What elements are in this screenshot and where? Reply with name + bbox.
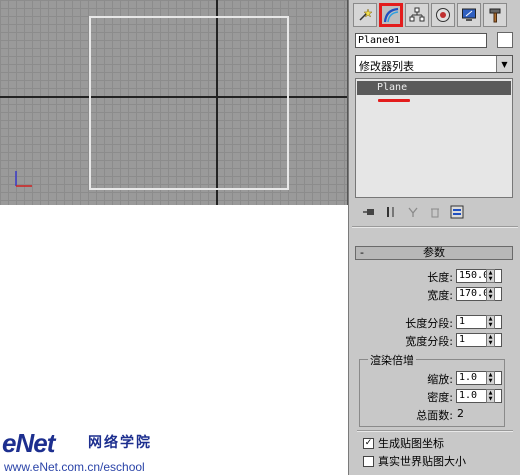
command-panel: Plane01 修改器列表 ▼ Plane - 参数 长度: 150.0 ▲▼	[348, 0, 520, 475]
real-world-row[interactable]: 真实世界贴图大小	[363, 454, 466, 468]
display-tab[interactable]	[457, 3, 481, 27]
checkbox-divider	[357, 430, 513, 432]
hierarchy-tab[interactable]	[405, 3, 429, 27]
render-multipliers-title: 渲染倍增	[368, 352, 416, 368]
density-label: 密度:	[427, 391, 453, 404]
parameters-rollout-header[interactable]: - 参数	[355, 246, 513, 260]
length-segs-spinner[interactable]: ▲ ▼	[486, 315, 495, 329]
width-spinner[interactable]: ▲ ▼	[486, 287, 495, 301]
scale-label: 缩放:	[427, 373, 453, 386]
remove-modifier-icon[interactable]	[427, 204, 443, 220]
length-label: 长度:	[427, 271, 453, 284]
pin-stack-icon[interactable]	[361, 204, 377, 220]
hierarchy-icon	[409, 7, 425, 22]
modifier-stack: Plane	[355, 78, 513, 198]
scale-field[interactable]: 1.0	[456, 371, 502, 385]
scale-spinner[interactable]: ▲ ▼	[486, 371, 495, 385]
enet-watermark: eNet 网络学院 www.eNet.com.cn/eschool	[0, 424, 345, 475]
enet-url: www.eNet.com.cn/eschool	[4, 460, 145, 474]
width-label: 宽度:	[427, 289, 453, 302]
command-panel-tabs	[353, 3, 507, 29]
modify-arc-icon	[383, 7, 399, 23]
total-faces-label: 总面数:	[416, 409, 453, 422]
modifier-list-label: 修改器列表	[359, 60, 414, 73]
width-segs-label: 宽度分段:	[405, 335, 453, 348]
highlight-underline	[378, 99, 410, 102]
axis-gizmo-icon	[15, 171, 32, 187]
make-unique-icon[interactable]	[405, 204, 421, 220]
gen-mapping-label: 生成贴图坐标	[378, 437, 444, 450]
rollout-title: 参数	[423, 246, 445, 259]
enet-cn-name: 网络学院	[88, 435, 152, 451]
motion-tab[interactable]	[431, 3, 455, 27]
width-field[interactable]: 170.0	[456, 287, 502, 301]
length-field[interactable]: 150.0	[456, 269, 502, 283]
object-name-field[interactable]: Plane01	[355, 33, 487, 48]
create-tab[interactable]	[353, 3, 377, 27]
modifier-list-dropdown[interactable]: 修改器列表 ▼	[355, 55, 513, 73]
configure-modifier-sets-icon[interactable]	[449, 204, 465, 220]
density-spinner[interactable]: ▲ ▼	[486, 389, 495, 403]
enet-logo: eNet	[2, 428, 55, 458]
create-star-icon	[359, 8, 373, 21]
length-segs-label: 长度分段:	[405, 317, 453, 330]
real-world-checkbox[interactable]	[363, 455, 374, 467]
stack-toolbar	[361, 204, 513, 220]
show-end-result-icon[interactable]	[383, 204, 399, 220]
gen-mapping-row[interactable]: ✓ 生成贴图坐标	[363, 436, 444, 450]
density-field[interactable]: 1.0	[456, 389, 502, 403]
chevron-down-icon[interactable]: ▼	[496, 56, 512, 72]
perspective-viewport[interactable]	[0, 0, 348, 205]
plane-object[interactable]	[89, 16, 289, 190]
length-spinner[interactable]: ▲ ▼	[486, 269, 495, 283]
utilities-tab[interactable]	[483, 3, 507, 27]
width-segs-field[interactable]: 1	[456, 333, 502, 347]
panel-divider	[352, 226, 518, 228]
width-segs-spinner[interactable]: ▲ ▼	[486, 333, 495, 347]
gen-mapping-checkbox[interactable]: ✓	[363, 437, 374, 449]
motion-icon	[436, 8, 450, 22]
stack-item-plane[interactable]: Plane	[357, 81, 511, 95]
display-monitor-icon	[462, 8, 476, 21]
total-faces-value: 2	[457, 407, 464, 420]
real-world-label: 真实世界贴图大小	[378, 455, 466, 468]
modify-tab[interactable]	[379, 3, 403, 27]
object-color-swatch[interactable]	[497, 32, 513, 48]
utilities-hammer-icon	[489, 8, 501, 23]
length-segs-field[interactable]: 1	[456, 315, 502, 329]
